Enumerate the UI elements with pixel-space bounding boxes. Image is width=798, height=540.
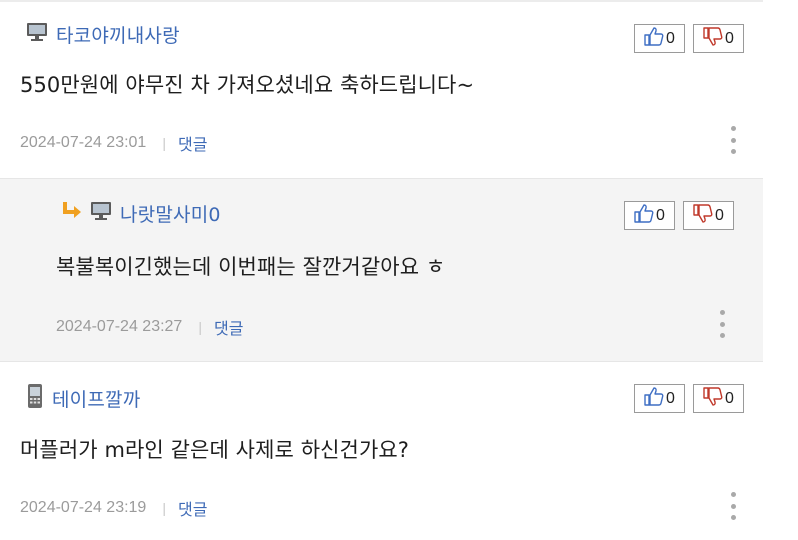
thumbs-down-icon	[703, 27, 723, 50]
divider: |	[198, 319, 202, 335]
author-nickname[interactable]: 테이프깔까	[52, 385, 140, 412]
pc-monitor-icon	[90, 201, 112, 225]
comment-list: 타코야끼내사랑 0 0 550만원에 야무진 차 가져오셨네요 축하드립니다~ …	[0, 0, 798, 540]
thumbs-up-icon	[634, 204, 654, 227]
more-options-icon[interactable]	[717, 310, 727, 338]
thumbs-down-icon	[693, 204, 713, 227]
like-button[interactable]: 0	[634, 384, 685, 413]
reply-link[interactable]: 댓글	[178, 131, 207, 155]
comment-meta: 2024-07-24 23:27 | 댓글	[56, 315, 243, 339]
author-nickname[interactable]: 나랏말사미0	[120, 200, 221, 227]
comment-meta: 2024-07-24 23:19 | 댓글	[20, 496, 207, 520]
thumbs-down-icon	[703, 387, 723, 410]
comment-header: 테이프깔까	[26, 384, 140, 412]
divider: |	[162, 500, 166, 516]
reply-comment-item: 나랏말사미0 0 0 복불복이긴했는데 이번패는 잘깐거같아요 ㅎ 2024-0…	[0, 178, 763, 362]
dislike-button[interactable]: 0	[683, 201, 734, 230]
divider: |	[162, 135, 166, 151]
comment-header: 나랏말사미0	[62, 199, 221, 227]
vote-buttons: 0 0	[624, 201, 734, 230]
dislike-count: 0	[725, 389, 734, 407]
comment-item: 타코야끼내사랑 0 0 550만원에 야무진 차 가져오셨네요 축하드립니다~ …	[0, 2, 763, 178]
dislike-button[interactable]: 0	[693, 24, 744, 53]
comment-timestamp: 2024-07-24 23:27	[56, 318, 183, 335]
comment-text: 550만원에 야무진 차 가져오셨네요 축하드립니다~	[20, 73, 475, 97]
thumbs-up-icon	[644, 27, 664, 50]
comment-meta: 2024-07-24 23:01 | 댓글	[20, 131, 207, 155]
comment-text: 머플러가 m라인 같은데 사제로 하신건가요?	[20, 438, 410, 462]
comment-timestamp: 2024-07-24 23:19	[20, 499, 147, 516]
pc-monitor-icon	[26, 22, 48, 46]
comment-header: 타코야끼내사랑	[26, 20, 180, 48]
dislike-count: 0	[725, 29, 734, 47]
like-count: 0	[666, 389, 675, 407]
reply-link[interactable]: 댓글	[214, 315, 243, 339]
dislike-count: 0	[715, 206, 724, 224]
vote-buttons: 0 0	[634, 384, 744, 413]
vote-buttons: 0 0	[634, 24, 744, 53]
reply-arrow-icon	[62, 201, 84, 225]
more-options-icon[interactable]	[728, 492, 738, 520]
comment-text: 복불복이긴했는데 이번패는 잘깐거같아요 ㅎ	[56, 255, 446, 279]
author-nickname[interactable]: 타코야끼내사랑	[56, 21, 180, 48]
reply-link[interactable]: 댓글	[178, 496, 207, 520]
dislike-button[interactable]: 0	[693, 384, 744, 413]
comment-timestamp: 2024-07-24 23:01	[20, 134, 147, 151]
mobile-phone-icon	[26, 383, 44, 413]
like-count: 0	[656, 206, 665, 224]
comment-item: 테이프깔까 0 0 머플러가 m라인 같은데 사제로 하신건가요? 2024-0…	[0, 362, 763, 540]
like-button[interactable]: 0	[624, 201, 675, 230]
more-options-icon[interactable]	[728, 126, 738, 154]
like-count: 0	[666, 29, 675, 47]
thumbs-up-icon	[644, 387, 664, 410]
like-button[interactable]: 0	[634, 24, 685, 53]
